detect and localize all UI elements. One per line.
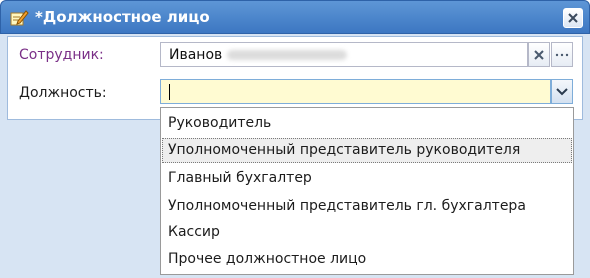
title-bar[interactable]: *Должностное лицо	[0, 0, 590, 34]
ellipsis-icon	[555, 53, 569, 57]
dropdown-option-head-representative[interactable]: Уполномоченный представитель руководител…	[162, 138, 572, 163]
position-label: Должность:	[19, 85, 107, 101]
edit-icon	[10, 10, 29, 26]
blurred-name	[227, 50, 347, 60]
dropdown-option-accountant-representative[interactable]: Уполномоченный представитель гл. бухгалт…	[162, 194, 572, 219]
dropdown-option-other-official[interactable]: Прочее должностное лицо	[162, 247, 572, 272]
position-combobox-input[interactable]	[160, 79, 551, 104]
employee-label: Сотрудник:	[19, 47, 104, 63]
position-dropdown-button[interactable]	[551, 79, 573, 104]
dialog-title: *Должностное лицо	[35, 8, 210, 26]
close-icon	[568, 13, 578, 23]
position-dropdown-list: Руководитель Уполномоченный представител…	[160, 107, 574, 275]
select-employee-button[interactable]	[551, 42, 573, 67]
employee-field[interactable]: Иванов	[160, 42, 528, 67]
close-button[interactable]	[563, 8, 583, 28]
employee-value: Иванов	[169, 47, 223, 63]
chevron-down-icon	[556, 88, 568, 96]
dropdown-option-chief-accountant[interactable]: Главный бухгалтер	[162, 166, 572, 191]
clear-employee-button[interactable]	[528, 42, 550, 67]
dialog-window: *Должностное лицо Сотрудник: Иванов Долж…	[0, 0, 590, 278]
dropdown-option-head[interactable]: Руководитель	[162, 111, 572, 136]
dropdown-option-cashier[interactable]: Кассир	[162, 220, 572, 245]
text-cursor	[169, 84, 170, 100]
clear-icon	[534, 50, 544, 60]
